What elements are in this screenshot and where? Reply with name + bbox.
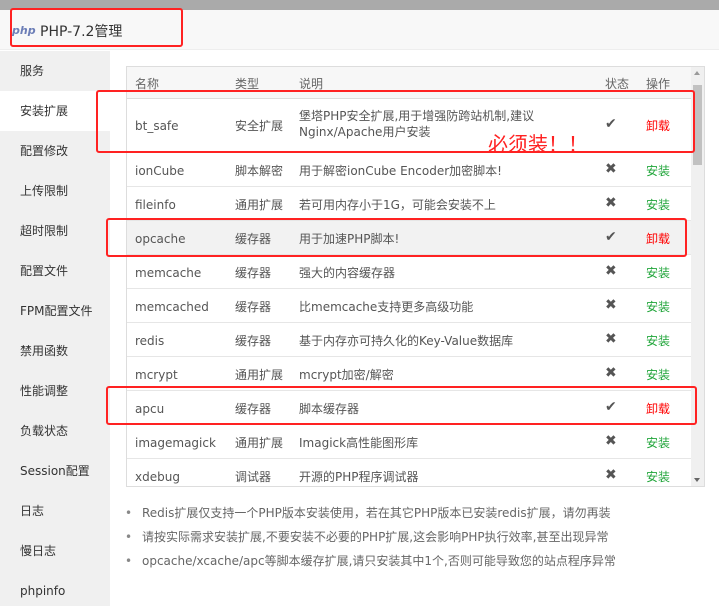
extension-name: fileinfo <box>135 198 176 212</box>
extension-name: ionCube <box>135 164 185 178</box>
extension-name: imagemagick <box>135 436 216 450</box>
extension-type: 通用扩展 <box>235 198 284 212</box>
table-row: imagemagick 通用扩展 Imagick高性能图形库 ✖ 安装 <box>127 425 693 459</box>
sidebar-item[interactable]: 日志 <box>0 491 110 531</box>
sidebar-item[interactable]: FPM配置文件 <box>0 291 110 331</box>
table-row: memcached 缓存器 比memcache支持更多高级功能 ✖ 安装 <box>127 289 693 323</box>
sidebar: 服务 安装扩展 配置修改 上传限制 超时限制 配置文件 FPM配置文件 禁用函数 性能调整 负载状… <box>0 51 110 606</box>
annotation-box <box>106 218 687 257</box>
extension-description: 用于解密ionCube Encoder加密脚本! <box>299 164 502 178</box>
table-row: redis 缓存器 基于内存亦可持久化的Key-Value数据库 ✖ 安装 <box>127 323 693 357</box>
scroll-up-icon[interactable] <box>694 71 700 75</box>
extension-type: 脚本解密 <box>235 164 284 178</box>
install-link[interactable]: 安装 <box>646 163 670 179</box>
sidebar-item[interactable]: 配置修改 <box>0 131 110 171</box>
extension-description: 基于内存亦可持久化的Key-Value数据库 <box>299 334 514 348</box>
table-body: bt_safe 安全扩展 堡塔PHP安全扩展,用于增强防跨站机制,建议Nginx/A… <box>127 99 693 486</box>
extension-name: memcache <box>135 266 202 280</box>
sidebar-item[interactable]: 性能调整 <box>0 371 110 411</box>
annotation-box <box>106 386 697 425</box>
extension-name: memcached <box>135 300 209 314</box>
extension-type: 缓存器 <box>235 334 272 348</box>
notes-list: Redis扩展仅支持一个PHP版本安装使用，若在其它PHP版本已安装redis扩… <box>125 505 616 577</box>
extension-description: 比memcache支持更多高级功能 <box>299 300 474 314</box>
sidebar-item[interactable]: 禁用函数 <box>0 331 110 371</box>
scroll-down-icon[interactable] <box>694 478 700 482</box>
extension-name: mcrypt <box>135 368 178 382</box>
annotation-box <box>10 8 183 47</box>
extension-type: 缓存器 <box>235 266 272 280</box>
install-link[interactable]: 安装 <box>646 265 670 281</box>
extension-description: 开源的PHP程序调试器 <box>299 470 419 484</box>
cross-icon: ✖ <box>605 433 617 449</box>
sidebar-item[interactable]: 超时限制 <box>0 211 110 251</box>
note-item: 请按实际需求安装扩展,不要安装不必要的PHP扩展,这会影响PHP执行效率,甚至出… <box>125 529 616 553</box>
sidebar-item[interactable]: phpinfo <box>0 571 110 611</box>
sidebar-item[interactable]: 服务 <box>0 51 110 91</box>
extension-description: 强大的内容缓存器 <box>299 266 396 280</box>
extension-description: 若可用内存小于1G，可能会安装不上 <box>299 198 496 212</box>
sidebar-item[interactable]: 慢日志 <box>0 531 110 571</box>
table-row: ionCube 脚本解密 用于解密ionCube Encoder加密脚本! ✖ 安装 <box>127 153 693 187</box>
annotation-box <box>96 90 695 153</box>
sidebar-item[interactable]: 安装扩展 <box>0 91 110 131</box>
cross-icon: ✖ <box>605 467 617 483</box>
cross-icon: ✖ <box>605 263 617 279</box>
install-link[interactable]: 安装 <box>646 469 670 485</box>
install-link[interactable]: 安装 <box>646 299 670 315</box>
table-row: fileinfo 通用扩展 若可用内存小于1G，可能会安装不上 ✖ 安装 <box>127 187 693 221</box>
sidebar-item[interactable]: 上传限制 <box>0 171 110 211</box>
sidebar-item[interactable]: Session配置 <box>0 451 110 491</box>
extension-type: 调试器 <box>235 470 272 484</box>
cross-icon: ✖ <box>605 161 617 177</box>
cross-icon: ✖ <box>605 297 617 313</box>
cross-icon: ✖ <box>605 195 617 211</box>
note-item: opcache/xcache/apc等脚本缓存扩展,请只安装其中1个,否则可能导… <box>125 553 616 577</box>
install-link[interactable]: 安装 <box>646 333 670 349</box>
annotation-text: 必须装！！ <box>488 132 588 156</box>
install-link[interactable]: 安装 <box>646 367 670 383</box>
extension-description: Imagick高性能图形库 <box>299 436 419 450</box>
sidebar-item[interactable]: 负载状态 <box>0 411 110 451</box>
install-link[interactable]: 安装 <box>646 435 670 451</box>
extension-name: redis <box>135 334 165 348</box>
extension-name: xdebug <box>135 470 180 484</box>
install-link[interactable]: 安装 <box>646 197 670 213</box>
extension-type: 缓存器 <box>235 300 272 314</box>
note-item: Redis扩展仅支持一个PHP版本安装使用，若在其它PHP版本已安装redis扩… <box>125 505 616 529</box>
sidebar-item[interactable]: 配置文件 <box>0 251 110 291</box>
extension-type: 通用扩展 <box>235 436 284 450</box>
cross-icon: ✖ <box>605 331 617 347</box>
extension-description: mcrypt加密/解密 <box>299 368 394 382</box>
extension-type: 通用扩展 <box>235 368 284 382</box>
cross-icon: ✖ <box>605 365 617 381</box>
table-row: memcache 缓存器 强大的内容缓存器 ✖ 安装 <box>127 255 693 289</box>
table-row: xdebug 调试器 开源的PHP程序调试器 ✖ 安装 <box>127 459 693 486</box>
